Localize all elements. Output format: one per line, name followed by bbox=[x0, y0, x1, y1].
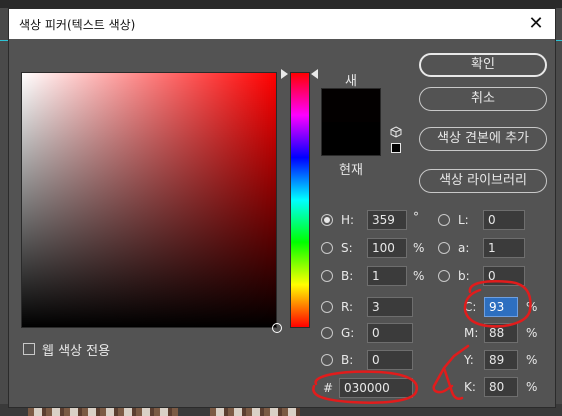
annotation-circle-cmyk bbox=[463, 280, 532, 328]
annotation-arrow bbox=[432, 344, 470, 400]
annotation-circle-hex bbox=[312, 370, 419, 404]
annotation-overlay bbox=[312, 280, 532, 404]
